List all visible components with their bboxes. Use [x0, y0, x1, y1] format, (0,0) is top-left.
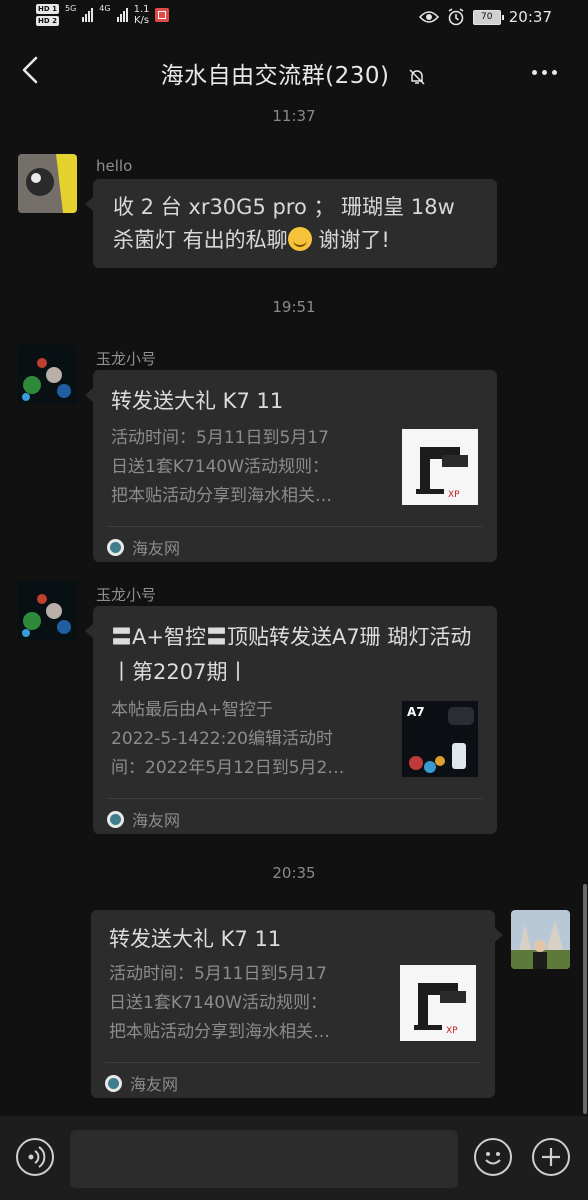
card-divider [107, 798, 483, 799]
more-options-button[interactable] [532, 62, 562, 82]
card-title: 转发送大礼 K7 11 [111, 389, 284, 413]
card-desc-line: 间：2022年5月12日到5月2… [111, 758, 345, 778]
laughing-emoji-icon [287, 227, 312, 251]
card-source-label: 海友网 [132, 811, 181, 830]
self-avatar[interactable] [511, 910, 570, 969]
card-description: 活动时间：5月11日到5月17 日送1套K7140W活动规则： 把本贴活动分享到… [111, 424, 381, 511]
signal-icon-2 [116, 4, 128, 22]
emoji-button[interactable] [474, 1138, 512, 1176]
card-desc-line: 日送1套K7140W活动规则： [109, 993, 328, 1013]
link-card[interactable]: 转发送大礼 K7 11 活动时间：5月11日到5月17 日送1套K7140W活动… [85, 370, 497, 562]
card-desc-line: 把本贴活动分享到海水相关… [111, 486, 332, 506]
avatar-image [18, 154, 77, 213]
card-source: 海友网 [107, 807, 180, 831]
source-logo-icon [107, 538, 124, 556]
svg-text:XP: XP [448, 490, 460, 500]
more-actions-button[interactable] [532, 1138, 570, 1176]
message-text: 收 2 台 xr30G5 pro ； 珊瑚皇 18w 杀菌灯 有出的私聊 [113, 195, 455, 252]
card-thumbnail: XP [400, 965, 476, 1041]
avatar-image [18, 345, 77, 404]
source-logo-icon [107, 810, 124, 828]
card-desc-line: 本帖最后由A+智控于 [111, 700, 273, 720]
message-text-end: 谢谢了! [311, 228, 390, 252]
link-card[interactable]: 〓A+智控〓顶贴转发送A7珊 瑚灯活动丨第2207期丨 本帖最后由A+智控于 2… [85, 606, 497, 834]
avatar-image [18, 581, 77, 640]
avatar-image [511, 910, 570, 969]
a7-lamp-product-image: A7 [402, 701, 478, 777]
chat-header: 海水自由交流群(230) [0, 40, 588, 104]
eye-icon [418, 11, 439, 23]
network-5g-label: 5G [64, 4, 77, 13]
sender-name: 玉龙小号 [96, 350, 157, 368]
card-desc-line: 把本贴活动分享到海水相关… [109, 1022, 330, 1042]
timestamp: 20:35 [272, 864, 316, 882]
dot-icon [542, 69, 547, 75]
message-input[interactable] [70, 1130, 458, 1188]
network-4g-label: 4G [99, 4, 111, 13]
hd2-badge: HD 2 [36, 16, 59, 26]
notification-icon [155, 8, 170, 22]
status-bar: HD 1 HD 2 5G 4G 1.1 K/s 70 20:37 [0, 0, 588, 38]
card-description: 活动时间：5月11日到5月17 日送1套K7140W活动规则： 把本贴活动分享到… [109, 960, 379, 1047]
thumb-label: A7 [407, 705, 425, 719]
chat-title: 海水自由交流群(230) [160, 63, 390, 89]
card-divider [107, 526, 483, 527]
card-thumbnail: XP [402, 429, 478, 505]
sender-name: 玉龙小号 [96, 586, 157, 604]
lamp-product-image: XP [400, 965, 476, 1041]
dot-icon [532, 69, 537, 75]
voice-icon [28, 1146, 46, 1168]
card-source-label: 海友网 [132, 539, 181, 558]
card-description: 本帖最后由A+智控于 2022-5-1422:20编辑活动时 间：2022年5月… [111, 696, 381, 783]
card-title: 转发送大礼 K7 11 [109, 927, 282, 951]
card-title: 〓A+智控〓顶贴转发送A7珊 瑚灯活动丨第2207期丨 [111, 625, 472, 684]
card-desc-line: 2022-5-1422:20编辑活动时 [111, 729, 333, 749]
sender-name: hello [96, 157, 133, 175]
card-desc-line: 活动时间：5月11日到5月17 [111, 428, 329, 448]
timestamp: 19:51 [272, 298, 316, 316]
link-card[interactable]: 转发送大礼 K7 11 活动时间：5月11日到5月17 日送1套K7140W活动… [91, 910, 503, 1098]
avatar[interactable] [18, 345, 77, 404]
smiley-icon [485, 1152, 501, 1165]
avatar[interactable] [18, 154, 77, 213]
voice-input-button[interactable] [16, 1138, 54, 1176]
speed-unit: K/s [133, 15, 150, 26]
avatar[interactable] [18, 581, 77, 640]
source-logo-icon [105, 1074, 122, 1092]
signal-icon [82, 4, 94, 22]
mute-bell-icon [409, 68, 425, 85]
plus-icon [542, 1148, 560, 1166]
card-thumbnail: A7 [402, 701, 478, 777]
card-desc-line: 日送1套K7140W活动规则： [111, 457, 330, 477]
chat-title-row: 海水自由交流群(230) [0, 56, 588, 90]
speed-value: 1.1 [133, 4, 150, 15]
status-time: 20:37 [508, 8, 552, 26]
text-message[interactable]: 收 2 台 xr30G5 pro ； 珊瑚皇 18w 杀菌灯 有出的私聊 谢谢了… [85, 179, 497, 268]
card-source-label: 海友网 [130, 1075, 179, 1094]
card-source: 海友网 [107, 535, 180, 559]
network-speed: 1.1 K/s [134, 4, 150, 26]
battery-icon: 70 [472, 9, 504, 25]
svg-text:XP: XP [446, 1026, 458, 1036]
card-desc-line: 活动时间：5月11日到5月17 [109, 964, 327, 984]
dot-icon [552, 69, 557, 75]
card-divider [105, 1062, 481, 1063]
input-bar [0, 1116, 588, 1200]
scrollbar[interactable] [583, 884, 587, 1114]
lamp-product-image: XP [402, 429, 478, 505]
timestamp: 11:37 [272, 107, 316, 125]
card-source: 海友网 [105, 1071, 178, 1095]
hd1-badge: HD 1 [36, 4, 59, 14]
alarm-icon [448, 8, 464, 26]
